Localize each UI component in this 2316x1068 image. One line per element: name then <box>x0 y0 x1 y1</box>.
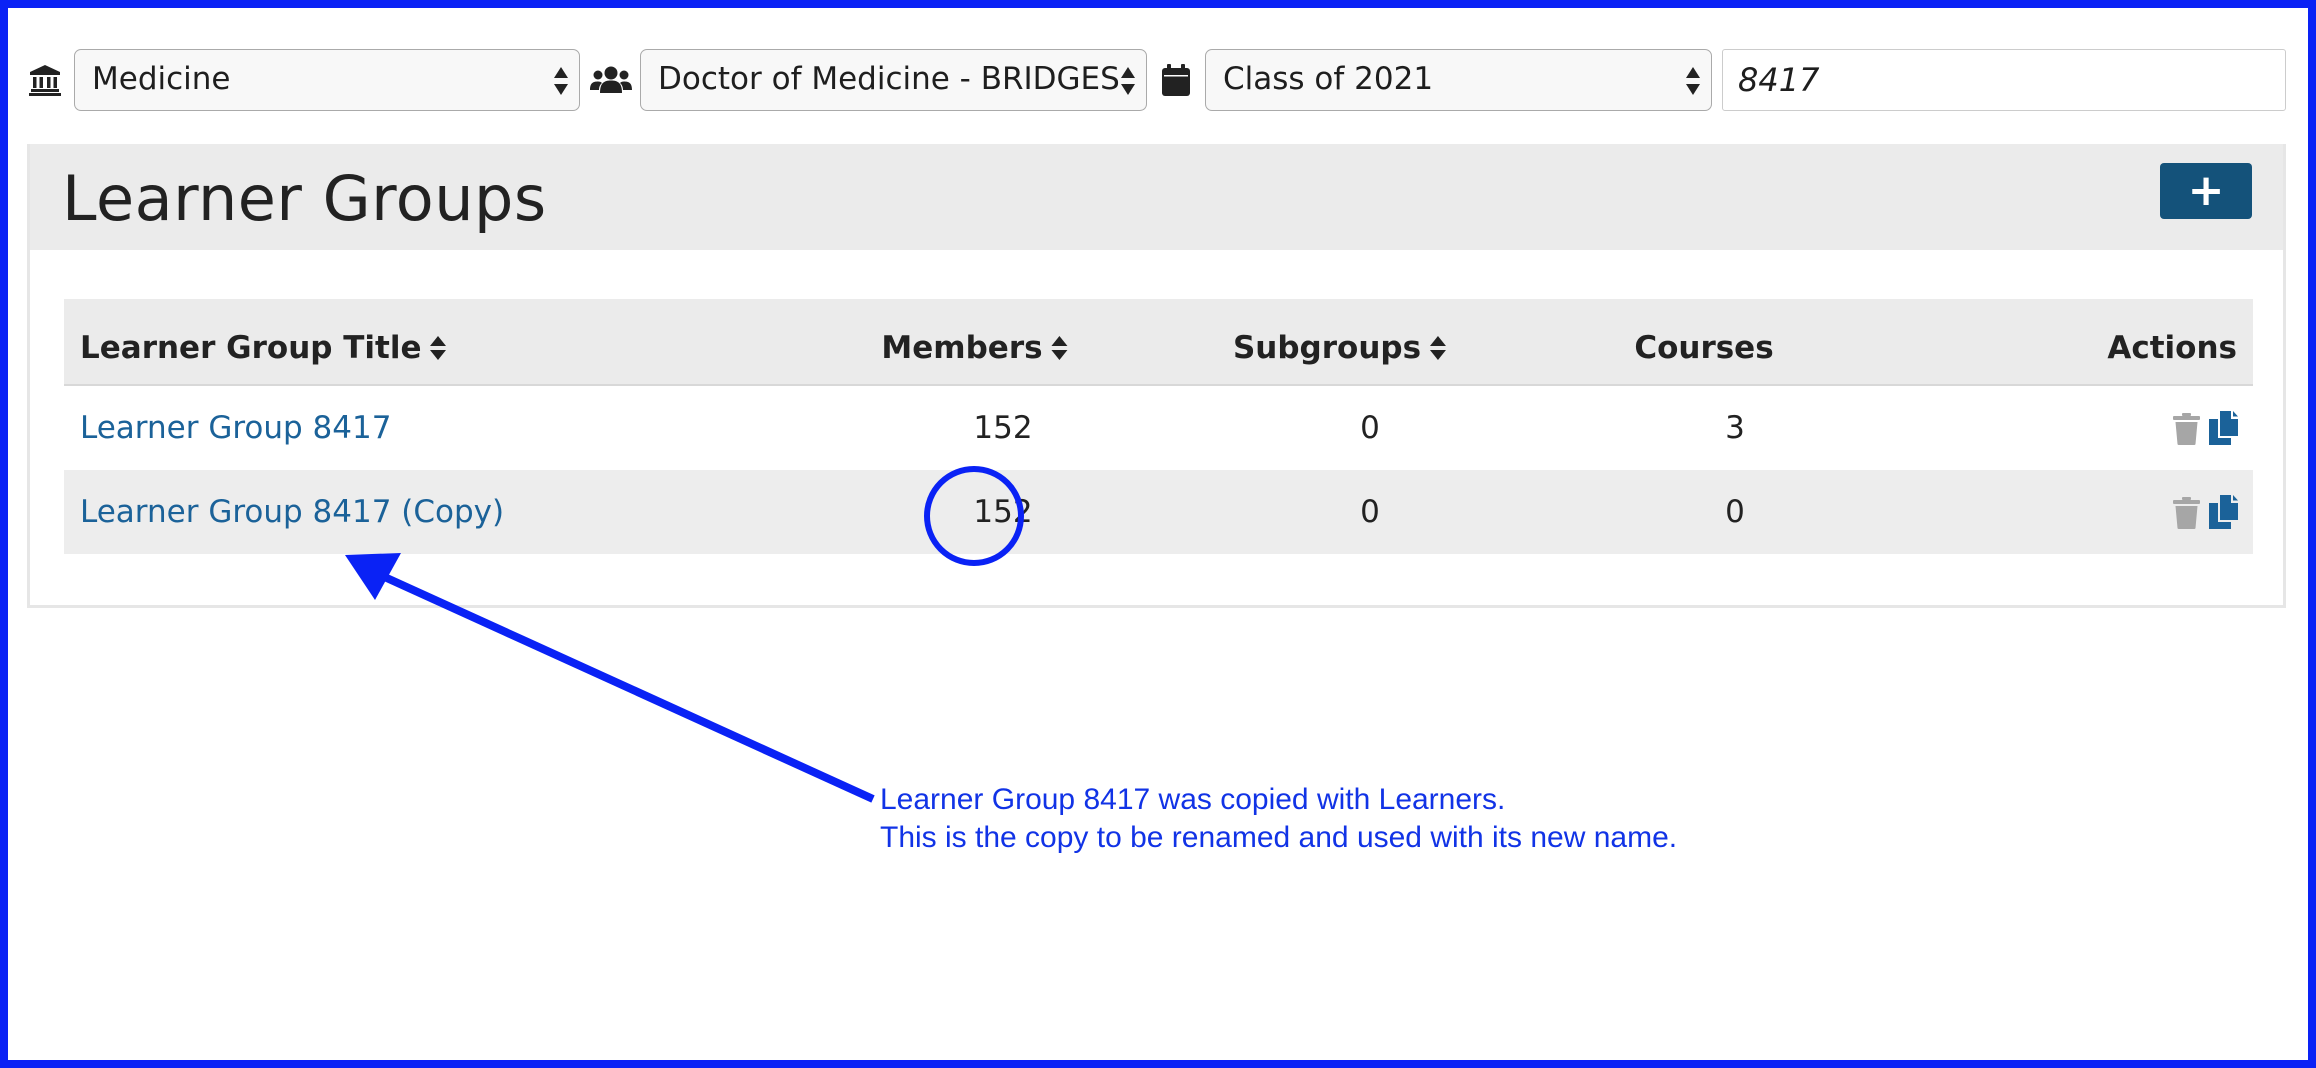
members-count: 152 <box>973 494 1033 530</box>
subgroups-count: 0 <box>1360 410 1380 446</box>
calendar-icon <box>1161 63 1191 97</box>
trash-icon[interactable] <box>2173 413 2200 445</box>
subgroups-count: 0 <box>1360 494 1380 530</box>
column-header-title[interactable]: Learner Group Title <box>80 299 447 397</box>
add-learner-group-button[interactable]: + <box>2160 163 2252 219</box>
select-arrows-icon <box>553 65 569 97</box>
trash-icon[interactable] <box>2173 497 2200 529</box>
learner-groups-panel: Learner Groups + Learner Group Title Mem… <box>27 144 2286 608</box>
copy-icon[interactable] <box>2209 495 2238 529</box>
school-select-value: Medicine <box>92 61 231 97</box>
annotation-line-2: This is the copy to be renamed and used … <box>880 821 1678 854</box>
university-icon <box>28 63 62 97</box>
table-row: Learner Group 8417 152 0 3 <box>64 386 2253 470</box>
annotation-note: Learner Group 8417 was copied with Learn… <box>880 781 1677 857</box>
column-header-courses: Courses <box>1634 330 1774 366</box>
cohort-select[interactable]: Class of 2021 <box>1205 49 1712 111</box>
annotation-line-1: Learner Group 8417 was copied with Learn… <box>880 783 1506 816</box>
learner-group-title-link[interactable]: Learner Group 8417 <box>80 386 391 470</box>
courses-count: 0 <box>1725 494 1745 530</box>
users-icon <box>590 63 632 97</box>
school-select[interactable]: Medicine <box>74 49 580 111</box>
program-select-value: Doctor of Medicine - BRIDGES <box>658 61 1120 97</box>
column-header-subgroups[interactable]: Subgroups <box>1233 299 1447 397</box>
courses-count: 3 <box>1725 410 1745 446</box>
sort-icon <box>1051 335 1069 361</box>
panel-header: Learner Groups + <box>30 144 2283 250</box>
learner-groups-table: Learner Group Title Members Subgroups Co… <box>64 299 2253 554</box>
filter-search-input[interactable] <box>1722 49 2286 111</box>
cohort-select-value: Class of 2021 <box>1223 61 1434 97</box>
table-row: Learner Group 8417 (Copy) 152 0 0 <box>64 470 2253 554</box>
column-header-members[interactable]: Members <box>881 299 1068 397</box>
column-header-actions: Actions <box>2107 330 2237 366</box>
select-arrows-icon <box>1120 65 1136 97</box>
sort-icon <box>1429 335 1447 361</box>
row-actions <box>2173 411 2239 445</box>
program-select[interactable]: Doctor of Medicine - BRIDGES <box>640 49 1147 111</box>
table-header: Learner Group Title Members Subgroups Co… <box>64 299 2253 386</box>
page-title: Learner Groups <box>62 162 547 235</box>
filter-bar: Medicine Doctor of Medicine - BRIDGES Cl… <box>0 49 2316 111</box>
copy-icon[interactable] <box>2209 411 2238 445</box>
select-arrows-icon <box>1685 65 1701 97</box>
members-count: 152 <box>973 410 1033 446</box>
row-actions <box>2173 495 2239 529</box>
learner-group-title-link[interactable]: Learner Group 8417 (Copy) <box>80 470 504 554</box>
sort-icon <box>429 335 447 361</box>
plus-icon: + <box>2187 165 2225 216</box>
